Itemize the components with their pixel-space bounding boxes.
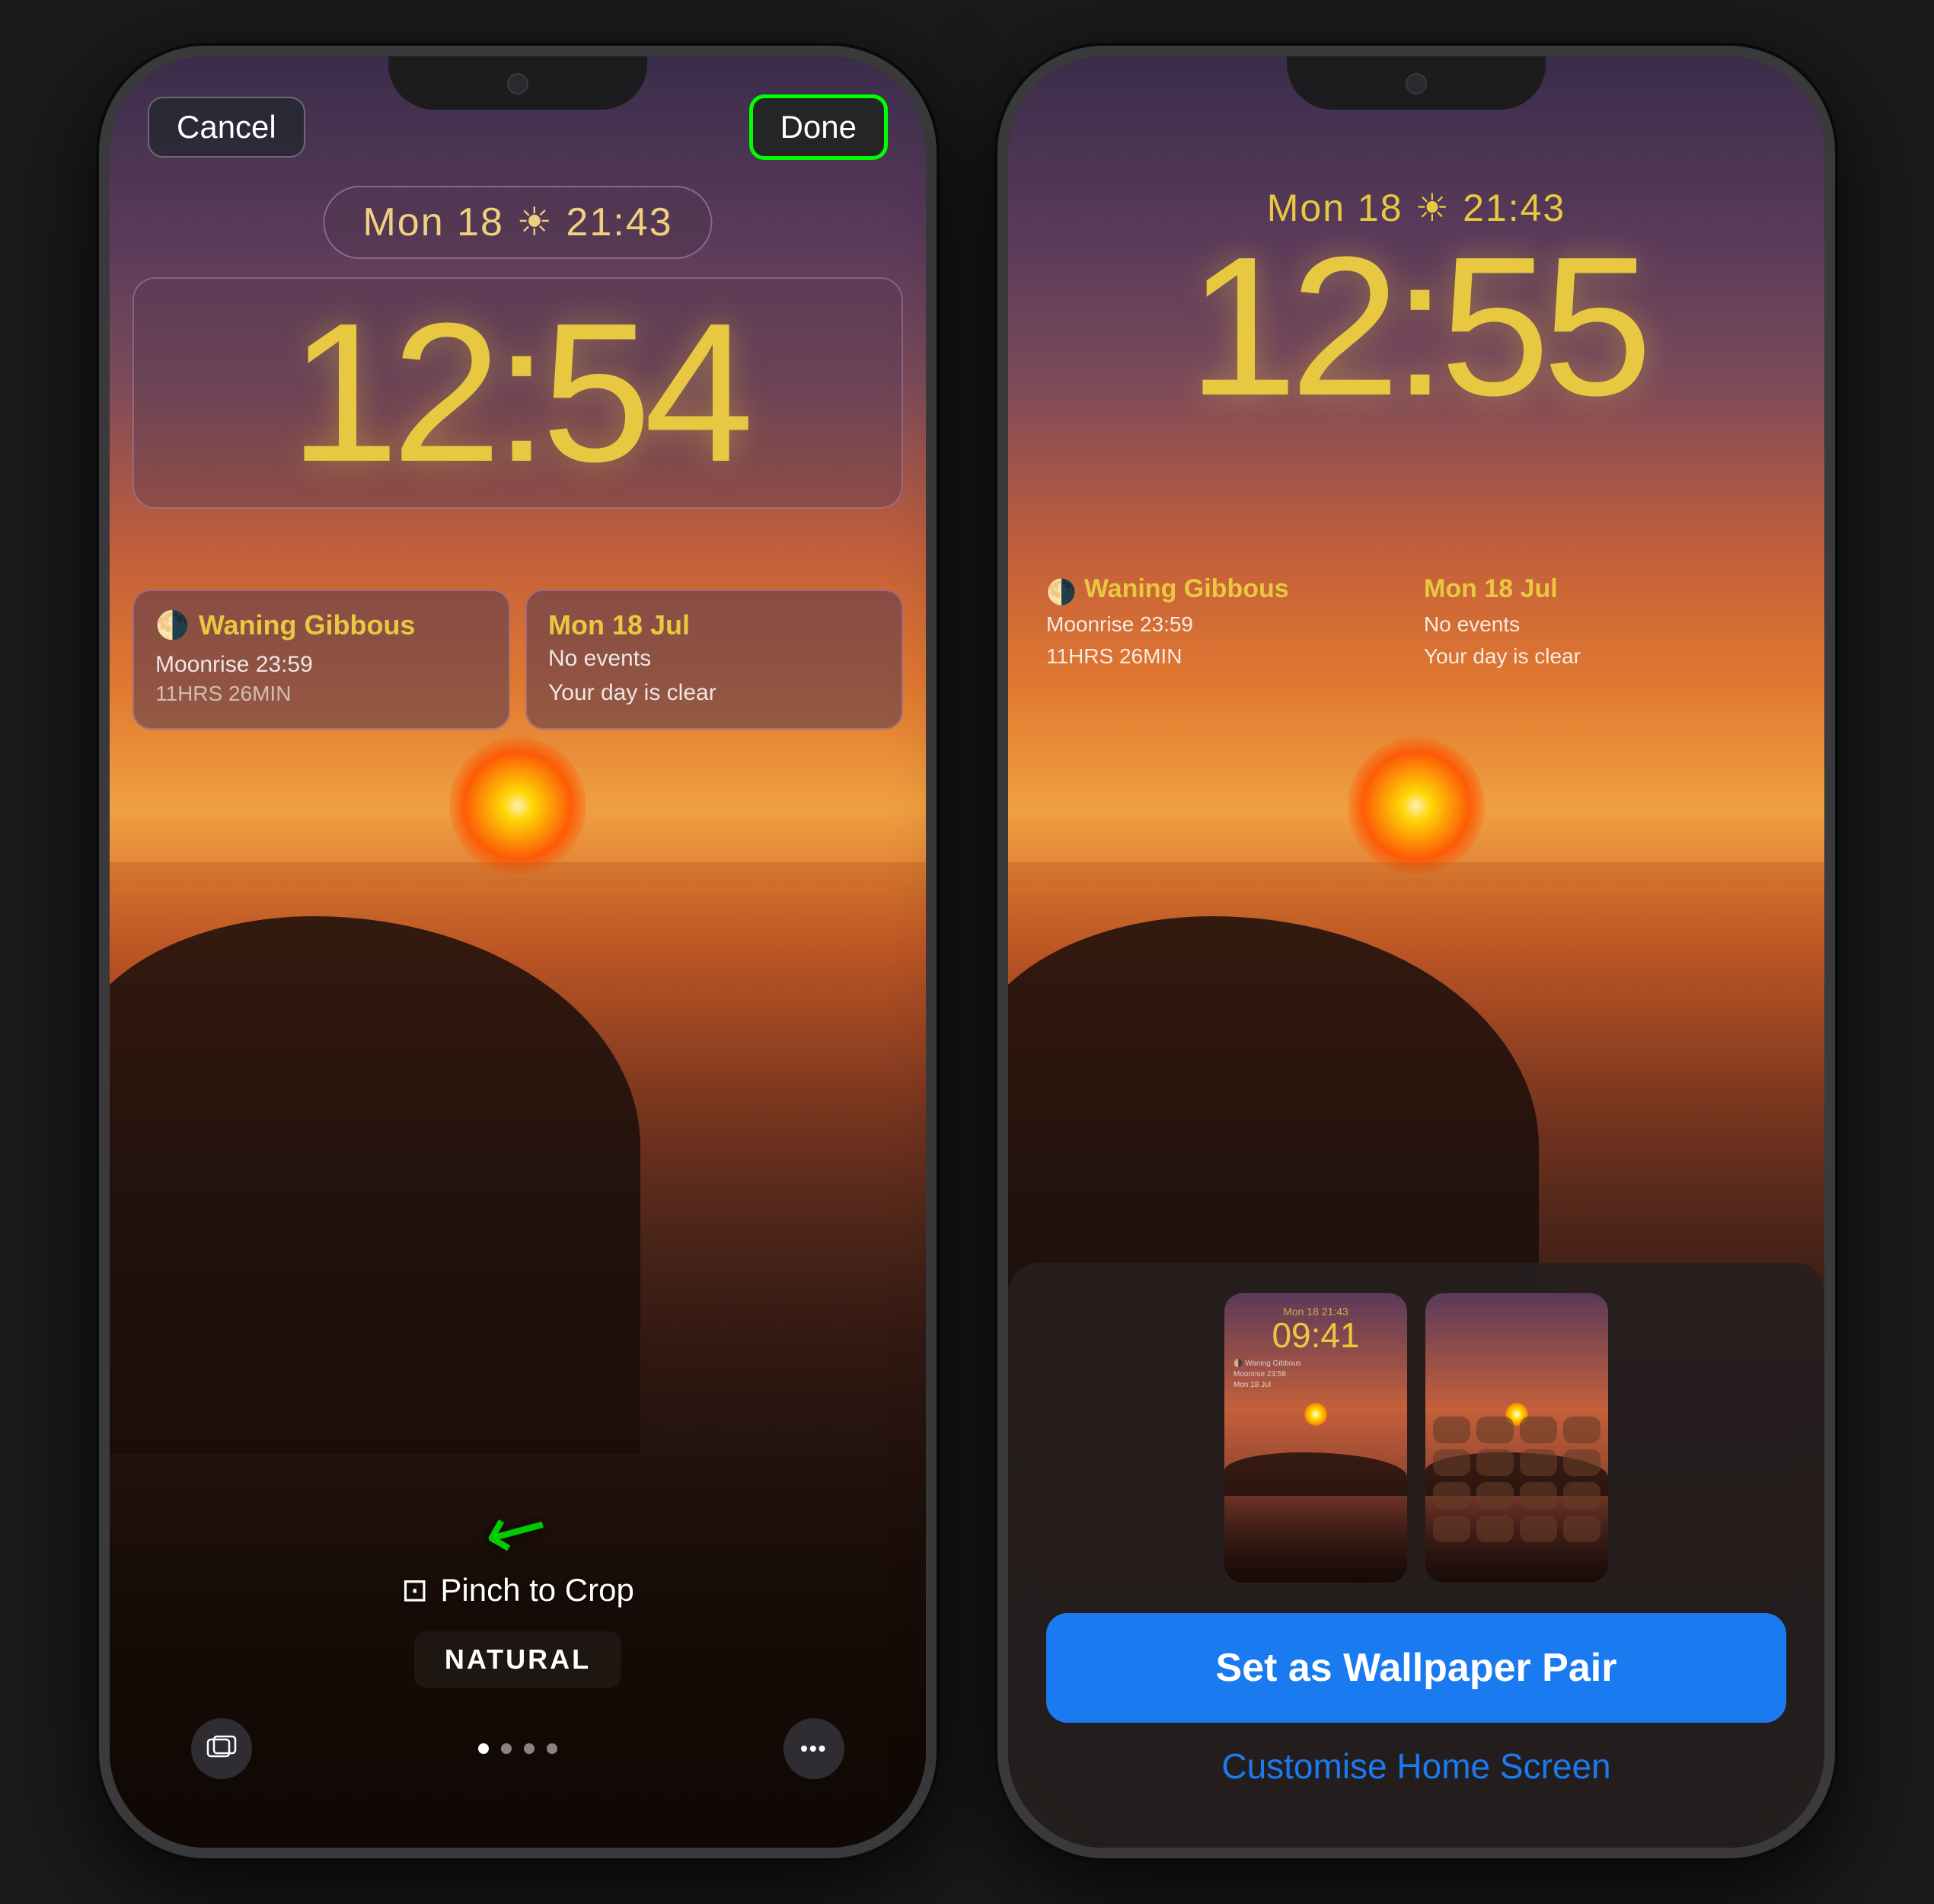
camera-1 — [507, 73, 528, 94]
phone1-content: Cancel Done Mon 18 ☀ 21:43 12:54 🌗 Wanin… — [110, 56, 926, 1848]
gallery-icon-button[interactable] — [191, 1718, 252, 1779]
dot-1 — [478, 1743, 489, 1754]
home-icon-9 — [1433, 1482, 1470, 1509]
home-icon-12 — [1563, 1482, 1600, 1509]
dot-2 — [501, 1743, 512, 1754]
customise-home-screen-button[interactable]: Customise Home Screen — [1046, 1746, 1786, 1787]
home-icon-14 — [1476, 1516, 1514, 1542]
home-icon-4 — [1563, 1417, 1600, 1443]
widget2-line2: Your day is clear — [548, 676, 880, 710]
lock-screen-thumb: Mon 18 21:43 09:41 🌗 Waning Gibbous Moon… — [1224, 1293, 1407, 1583]
home-icon-2 — [1476, 1417, 1514, 1443]
lock-thumb-content: Mon 18 21:43 09:41 🌗 Waning Gibbous Moon… — [1224, 1293, 1407, 1403]
lock-mini-date: Mon 18 21:43 — [1233, 1305, 1398, 1318]
lock-mini-w1: 🌗 Waning Gibbous — [1233, 1359, 1398, 1369]
dot-4 — [547, 1743, 557, 1754]
home-icon-7 — [1520, 1449, 1557, 1476]
phone2-widget1-line1: Moonrise 23:59 — [1046, 609, 1409, 641]
notch-1 — [388, 56, 647, 110]
widget-moon: 🌗 Waning Gibbous Moonrise 23:59 11HRS 26… — [132, 589, 510, 730]
phone2-widget2-title: Mon 18 Jul — [1424, 574, 1786, 604]
home-icon-6 — [1476, 1449, 1514, 1476]
page-dots — [478, 1743, 557, 1754]
phone2-widget2: Mon 18 Jul No events Your day is clear — [1424, 574, 1786, 672]
phone-1: Cancel Done Mon 18 ☀ 21:43 12:54 🌗 Wanin… — [99, 46, 937, 1858]
home-icon-11 — [1520, 1482, 1557, 1509]
lock-mini-widgets: 🌗 Waning Gibbous Moonrise 23:58 Mon 18 J… — [1233, 1359, 1398, 1391]
phone2-clock: 12:55 — [1046, 238, 1786, 416]
phone2-top: Mon 18 ☀ 21:43 12:55 — [1008, 186, 1824, 416]
done-button[interactable]: Done — [749, 94, 888, 160]
lock-mini-clock: 09:41 — [1233, 1318, 1398, 1353]
natural-badge: NATURAL — [414, 1631, 621, 1688]
toolbar-row: ••• — [191, 1711, 844, 1787]
wallpaper-pair-preview: Mon 18 21:43 09:41 🌗 Waning Gibbous Moon… — [1046, 1293, 1786, 1583]
pinch-hint-text: Pinch to Crop — [440, 1572, 633, 1608]
lock-mini-w3: Mon 18 Jul — [1233, 1380, 1398, 1391]
green-arrow: ↙ — [468, 1474, 567, 1583]
phone2-widget1-line2: 11HRS 26MIN — [1046, 641, 1409, 672]
bottom-sheet: Mon 18 21:43 09:41 🌗 Waning Gibbous Moon… — [1008, 1263, 1824, 1848]
widget-moon-header: 🌗 Waning Gibbous — [155, 609, 487, 641]
moon-icon-2: 🌗 — [1046, 577, 1077, 606]
home-icon-8 — [1563, 1449, 1600, 1476]
home-icon-5 — [1433, 1449, 1470, 1476]
moon-icon: 🌗 — [155, 609, 190, 641]
phone2-content: Mon 18 ☀ 21:43 12:55 🌗 Waning Gibbous Mo… — [1008, 56, 1824, 1848]
home-icon-16 — [1563, 1516, 1600, 1542]
camera-2 — [1406, 73, 1427, 94]
widget2-line1: No events — [548, 641, 880, 676]
widget1-line1: Moonrise 23:59 — [155, 647, 487, 682]
home-screen-thumb — [1425, 1293, 1608, 1583]
date-pill: Mon 18 ☀ 21:43 — [323, 186, 712, 259]
phone2-widgets: 🌗 Waning Gibbous Moonrise 23:59 11HRS 26… — [1046, 574, 1786, 672]
pair-sun-lock — [1304, 1403, 1327, 1426]
lock-mini-w2: Moonrise 23:58 — [1233, 1369, 1398, 1380]
home-icon-10 — [1476, 1482, 1514, 1509]
widgets-row: 🌗 Waning Gibbous Moonrise 23:59 11HRS 26… — [132, 589, 903, 730]
crop-icon: ⊡ — [401, 1571, 428, 1608]
cancel-button[interactable]: Cancel — [148, 97, 305, 158]
phone2-widget2-line1: No events — [1424, 609, 1786, 641]
widget1-title: Waning Gibbous — [199, 609, 416, 641]
date-time-text: Mon 18 ☀ 21:43 — [362, 200, 672, 244]
clock-container: 12:54 — [132, 277, 903, 509]
home-icon-15 — [1520, 1516, 1557, 1542]
home-icon-1 — [1433, 1417, 1470, 1443]
big-clock: 12:54 — [157, 294, 879, 492]
widget-calendar: Mon 18 Jul No events Your day is clear — [525, 589, 903, 730]
bottom-controls: ⊡ Pinch to Crop NATURAL ••• — [110, 1571, 926, 1787]
dot-3 — [524, 1743, 535, 1754]
home-icon-13 — [1433, 1516, 1470, 1542]
phone2-widget1-title: Waning Gibbous — [1084, 574, 1289, 604]
notch-2 — [1287, 56, 1546, 110]
home-icon-3 — [1520, 1417, 1557, 1443]
pinch-hint: ⊡ Pinch to Crop — [401, 1571, 634, 1608]
widget1-line2: 11HRS 26MIN — [155, 682, 487, 706]
home-icon-grid — [1425, 1409, 1608, 1583]
widget2-title: Mon 18 Jul — [548, 609, 880, 641]
more-button[interactable]: ••• — [783, 1718, 844, 1779]
phone2-widget1: 🌗 Waning Gibbous Moonrise 23:59 11HRS 26… — [1046, 574, 1409, 672]
phone2-widget2-line2: Your day is clear — [1424, 641, 1786, 672]
phone-2: Mon 18 ☀ 21:43 12:55 🌗 Waning Gibbous Mo… — [997, 46, 1835, 1858]
set-wallpaper-pair-button[interactable]: Set as Wallpaper Pair — [1046, 1613, 1786, 1723]
